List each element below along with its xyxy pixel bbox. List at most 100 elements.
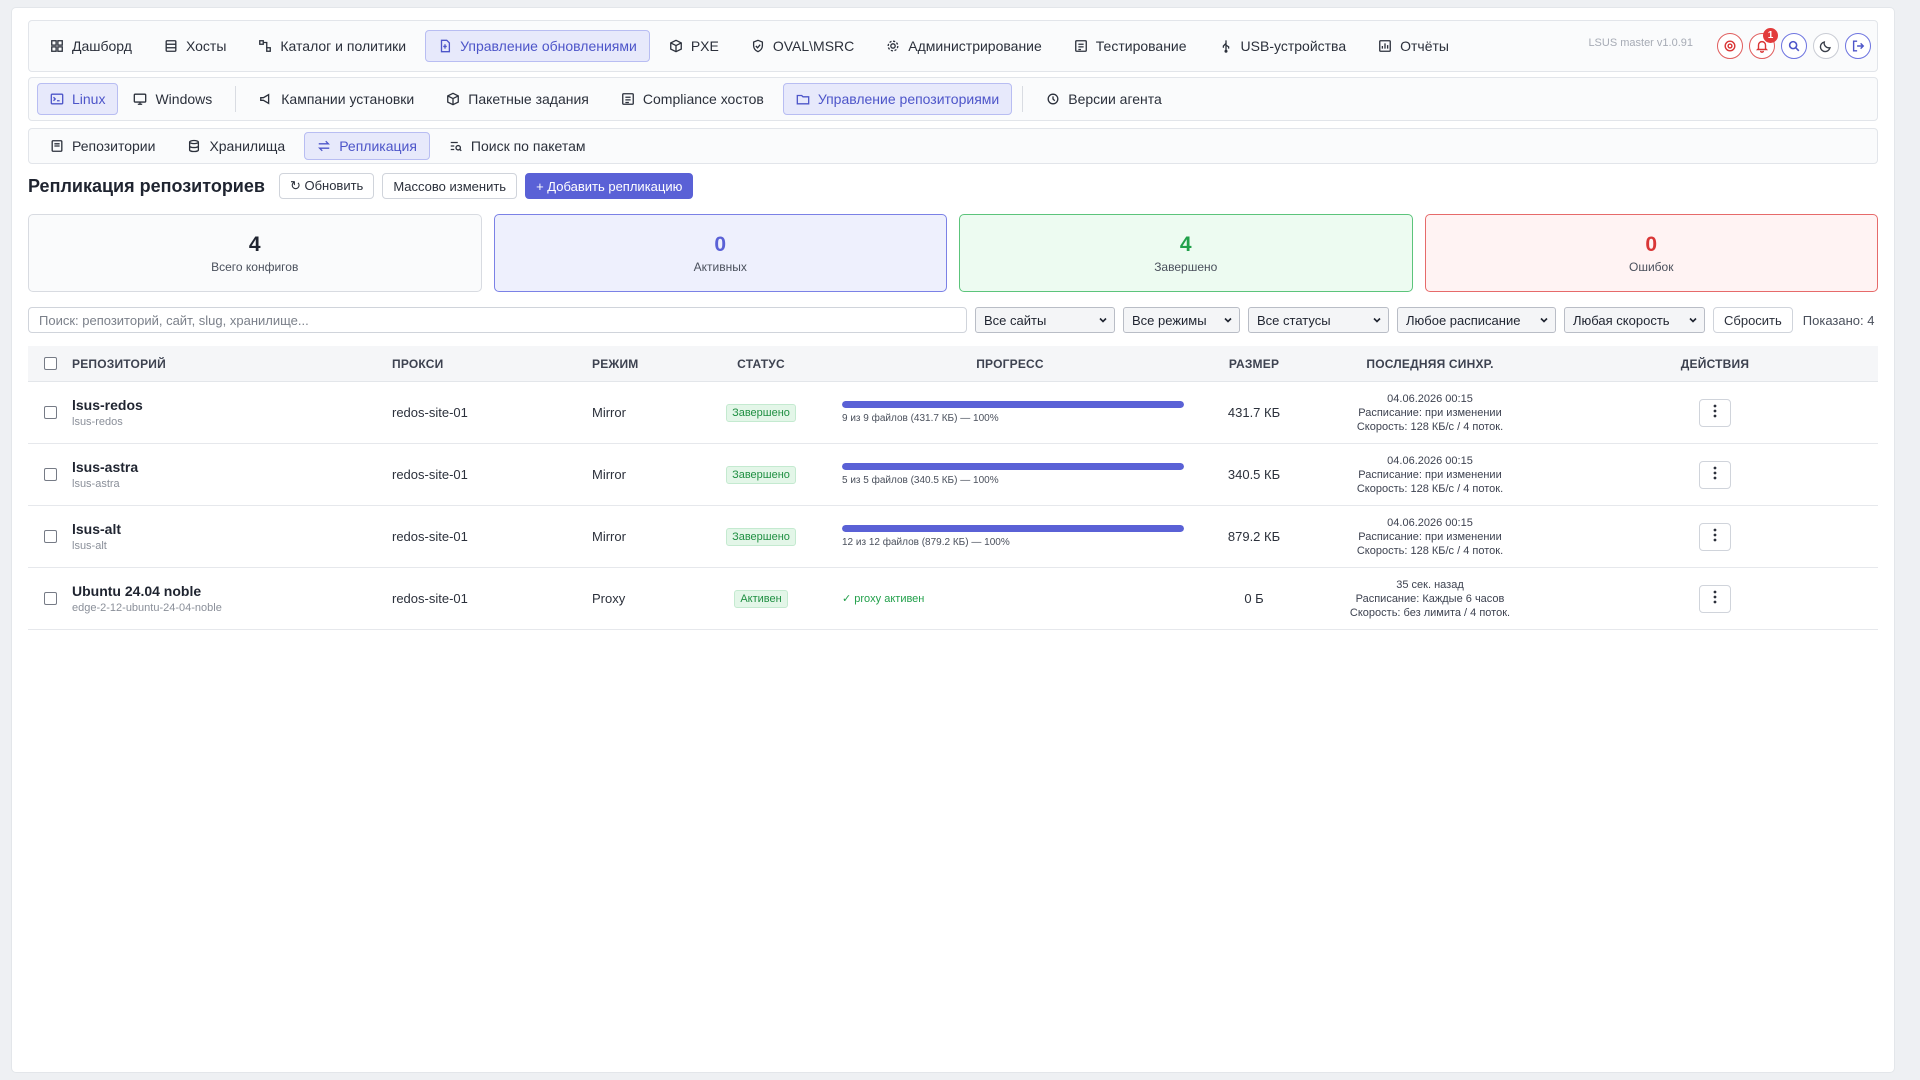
monitor-icon	[133, 92, 147, 106]
status-badge: Активен	[734, 589, 788, 608]
nav-label: USB-устройства	[1240, 38, 1347, 54]
sub-nav-host-compliance[interactable]: Compliance хостов	[608, 83, 777, 115]
column-header: РАЗМЕР	[1228, 356, 1280, 371]
sub-nav-batch-jobs[interactable]: Пакетные задания	[433, 83, 602, 115]
report-icon	[1378, 39, 1392, 53]
app-version: LSUS master v1.0.91	[1588, 37, 1693, 49]
row-actions-button[interactable]	[1699, 584, 1731, 613]
sub-nav-label: Кампании установки	[281, 91, 415, 107]
tab-replication[interactable]: Репликация	[304, 132, 430, 160]
support-button[interactable]	[1717, 33, 1743, 59]
refresh-button[interactable]: ↻ Обновить	[278, 173, 375, 199]
tab-label: Поиск по пакетам	[470, 138, 586, 154]
repo-name[interactable]: Ubuntu 24.04 noble	[72, 583, 392, 599]
search-input[interactable]	[28, 307, 967, 333]
tab-package-search[interactable]: Поиск по пакетам	[436, 132, 599, 160]
nav-testing[interactable]: Тестирование	[1061, 30, 1200, 62]
row-actions-button[interactable]	[1699, 398, 1731, 427]
proxy-cell: redos-site-01	[392, 467, 468, 482]
replication-table: РЕПОЗИТОРИЙ ПРОКСИ РЕЖИМ СТАТУС ПРОГРЕСС…	[28, 346, 1878, 630]
os-tab-windows[interactable]: Windows	[120, 83, 225, 115]
schedule-select[interactable]: Любое расписание	[1397, 307, 1556, 333]
progress-bar	[842, 463, 1184, 470]
row-actions-button[interactable]	[1699, 522, 1731, 551]
swap-icon	[317, 139, 331, 153]
logout-button[interactable]	[1845, 33, 1871, 59]
row-actions-button[interactable]	[1699, 460, 1731, 489]
row-checkbox[interactable]	[43, 592, 57, 605]
progress-fill	[842, 463, 1184, 470]
bulk-edit-button[interactable]: Массово изменить	[382, 173, 518, 199]
sub-nav-repo-management[interactable]: Управление репозиториями	[782, 83, 1013, 115]
row-checkbox[interactable]	[43, 530, 57, 543]
nav-reports[interactable]: Отчёты	[1365, 30, 1462, 62]
nav-oval-msrc[interactable]: OVAL\MSRC	[738, 30, 867, 62]
nav-pxe[interactable]: PXE	[656, 30, 732, 62]
nav-dashboard[interactable]: Дашборд	[37, 30, 145, 62]
nav-administration[interactable]: Администрирование	[873, 30, 1055, 62]
modes-select[interactable]: Все режимы	[1123, 307, 1240, 333]
table-row: lsus-astra lsus-astra redos-site-01 Mirr…	[28, 444, 1878, 506]
select-all-checkbox[interactable]	[43, 357, 57, 370]
nav-update-management[interactable]: Управление обновлениями	[425, 30, 650, 62]
gear-icon	[886, 39, 900, 53]
nav-label: Администрирование	[908, 38, 1042, 54]
row-checkbox[interactable]	[43, 468, 57, 481]
progress-bar	[842, 525, 1184, 532]
tab-label: Репозитории	[72, 138, 156, 154]
add-replication-button[interactable]: + Добавить репликацию	[525, 173, 694, 199]
lifebuoy-icon	[1723, 39, 1737, 53]
sub-nav-install-campaigns[interactable]: Кампании установки	[246, 83, 427, 115]
reset-filters-button[interactable]: Сбросить	[1713, 307, 1793, 333]
nav-hosts[interactable]: Хосты	[151, 30, 239, 62]
sync-speed: Скорость: 128 КБ/с / 4 поток.	[1356, 482, 1504, 495]
nav-catalog[interactable]: Каталог и политики	[245, 30, 419, 62]
kebab-icon	[1713, 590, 1717, 607]
statuses-select[interactable]: Все статусы	[1248, 307, 1389, 333]
table-row: lsus-alt lsus-alt redos-site-01 Mirror З…	[28, 506, 1878, 568]
tab-repositories[interactable]: Репозитории	[37, 132, 168, 160]
text-search-icon	[449, 139, 463, 153]
sync-speed: Скорость: 128 КБ/с / 4 поток.	[1356, 420, 1504, 433]
sync-speed: Скорость: 128 КБ/с / 4 поток.	[1356, 544, 1504, 557]
row-checkbox[interactable]	[43, 406, 57, 419]
size-cell: 431.7 КБ	[1227, 405, 1281, 420]
stat-value: 0	[1645, 233, 1658, 256]
sub-nav-label: Версии агента	[1068, 91, 1162, 107]
shown-count: Показано: 4	[1802, 312, 1875, 328]
repo-name[interactable]: lsus-redos	[72, 397, 392, 413]
header-actions: 1	[1717, 28, 1871, 59]
theme-toggle[interactable]	[1813, 33, 1839, 59]
sites-select[interactable]: Все сайты	[975, 307, 1115, 333]
column-header: ПОСЛЕДНЯЯ СИНХР.	[1366, 356, 1494, 371]
os-tab-label: Linux	[72, 91, 106, 107]
os-tab-linux[interactable]: Linux	[37, 83, 119, 115]
search-button[interactable]	[1781, 33, 1807, 59]
mode-cell: Proxy	[592, 591, 626, 606]
folder-icon	[796, 92, 810, 106]
tab-label: Репликация	[339, 138, 417, 154]
notifications-button[interactable]: 1	[1749, 28, 1778, 59]
sub-nav-label: Compliance хостов	[642, 91, 764, 107]
sync-time: 04.06.2026 00:15	[1387, 454, 1473, 467]
nav-label: PXE	[690, 38, 719, 54]
chevron-down-icon	[1366, 313, 1382, 328]
progress-text: 9 из 9 файлов (431.7 КБ) — 100%	[842, 413, 999, 424]
filters-bar: Все сайты Все режимы Все статусы Любое р…	[28, 307, 1878, 333]
sub-nav-agent-versions[interactable]: Версии агента	[1033, 83, 1175, 115]
tab-storages[interactable]: Хранилища	[174, 132, 298, 160]
progress-text: 5 из 5 файлов (340.5 КБ) — 100%	[842, 475, 999, 486]
nav-usb-devices[interactable]: USB-устройства	[1206, 30, 1360, 62]
repo-name[interactable]: lsus-alt	[72, 521, 392, 537]
chevron-down-icon	[1217, 313, 1233, 328]
repo-name[interactable]: lsus-astra	[72, 459, 392, 475]
table-row: Ubuntu 24.04 noble edge-2-12-ubuntu-24-0…	[28, 568, 1878, 630]
size-cell: 0 Б	[1244, 591, 1264, 606]
nav-label: Управление обновлениями	[460, 38, 637, 54]
speed-select[interactable]: Любая скорость	[1564, 307, 1705, 333]
chevron-down-icon	[1682, 313, 1698, 328]
mode-cell: Mirror	[592, 467, 626, 482]
status-badge: Завершено	[726, 527, 796, 546]
stat-value: 4	[1179, 233, 1192, 256]
mode-cell: Mirror	[592, 529, 626, 544]
